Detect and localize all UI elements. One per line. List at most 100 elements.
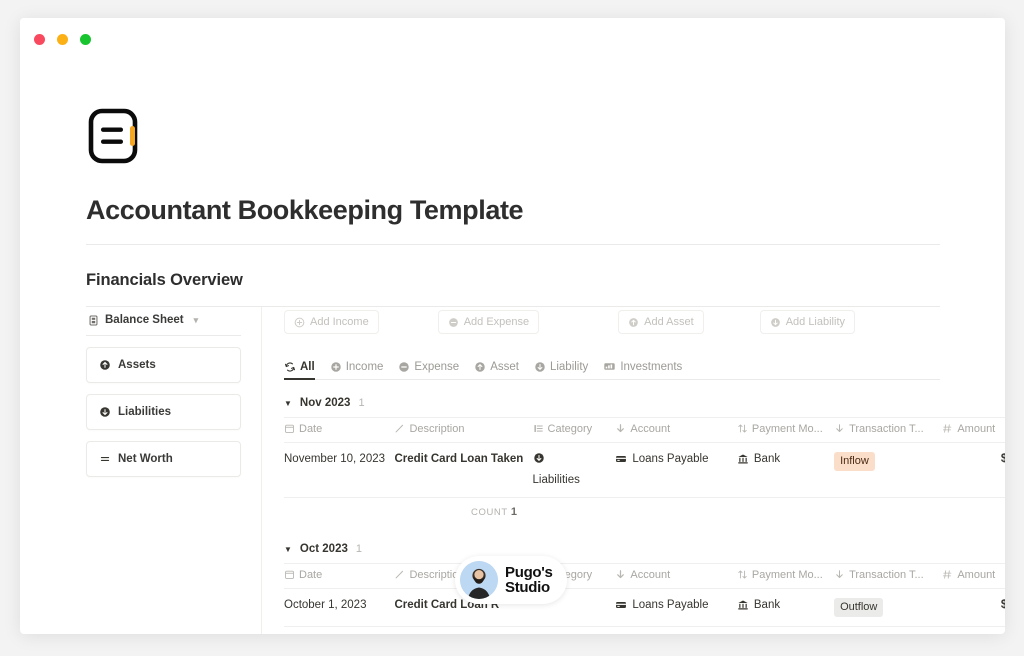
watermark-line-1: Pugo's — [505, 563, 553, 581]
plus-circle-icon — [294, 317, 305, 328]
tab-label: All — [300, 361, 315, 374]
number-icon — [942, 569, 953, 580]
arrow-down-icon — [834, 423, 845, 434]
column-header-transaction-type[interactable]: Transaction T... — [834, 563, 943, 590]
tab-liability[interactable]: Liability — [534, 361, 588, 379]
cell-account: Loans Payable — [615, 588, 737, 627]
tab-expense[interactable]: Expense — [398, 361, 459, 379]
column-header-date[interactable]: Date — [284, 417, 395, 444]
sidebar-item-assets[interactable]: Assets — [86, 347, 241, 384]
minus-circle-icon — [448, 317, 459, 328]
add-income-label: Add Income — [310, 316, 369, 329]
column-header-date[interactable]: Date — [284, 563, 395, 590]
column-header-category[interactable]: Category — [532, 417, 616, 444]
column-label: Amount — [957, 569, 996, 582]
watermark-badge: Pugo's Studio — [455, 556, 567, 604]
watermark-text: Pugo's Studio — [505, 563, 553, 596]
sort-icon — [737, 423, 748, 434]
tab-income[interactable]: Income — [330, 361, 383, 379]
minus-circle-icon — [398, 361, 410, 373]
add-liability-button[interactable]: Add Liability — [759, 310, 856, 335]
arrow-down-circle-icon — [534, 361, 546, 373]
cell-amount: $100.0 — [942, 588, 1005, 627]
add-expense-button[interactable]: Add Expense — [437, 310, 540, 335]
arrow-down-icon — [834, 569, 845, 580]
column-label: Category — [547, 423, 593, 436]
chevron-down-icon[interactable]: ▾ — [194, 315, 199, 326]
title-divider — [86, 244, 940, 246]
group-count-footer: COUNT 1 — [284, 627, 704, 634]
column-label: Date — [299, 423, 323, 436]
column-header-description[interactable]: Description — [394, 417, 533, 444]
group-name: Nov 2023 — [299, 397, 351, 410]
sidebar-item-net-worth[interactable]: Net Worth — [86, 441, 241, 478]
column-header-payment-mode[interactable]: Payment Mo... — [736, 563, 835, 590]
list-icon — [533, 423, 544, 434]
credit-card-icon — [615, 599, 627, 617]
cell-payment-mode-label: Bank — [753, 599, 781, 612]
page-content: Accountant Bookkeeping Template Financia… — [86, 106, 1005, 634]
screenshot-root: Accountant Bookkeeping Template Financia… — [0, 0, 1024, 656]
cell-transaction-type: Outflow — [834, 588, 943, 627]
page-icon — [86, 106, 146, 166]
sidebar-header-label: Balance Sheet — [105, 314, 184, 327]
column-header-account[interactable]: Account — [615, 417, 737, 444]
add-asset-button[interactable]: Add Asset — [618, 310, 704, 335]
cell-payment-mode-label: Bank — [753, 453, 781, 466]
arrow-down-circle-icon — [770, 317, 781, 328]
status-badge: Outflow — [834, 598, 884, 617]
number-icon — [942, 423, 953, 434]
tab-label: Asset — [490, 361, 519, 374]
transactions-panel: Add Income Add Expense Add Asset Add Lia… — [261, 307, 1005, 634]
triangle-down-icon[interactable]: ▼ — [284, 399, 292, 408]
cell-transaction-type: Inflow — [834, 442, 943, 499]
sidebar-header-balance-sheet[interactable]: Balance Sheet ▾ — [86, 311, 241, 337]
sidebar-item-label: Liabilities — [118, 406, 172, 419]
cell-date: November 10, 2023 — [284, 442, 395, 499]
group-header-oct-2023[interactable]: ▼ Oct 2023 1 — [284, 540, 940, 563]
close-button[interactable] — [34, 34, 45, 45]
arrow-up-circle-icon — [474, 361, 486, 373]
window-titlebar — [20, 18, 1005, 62]
column-label: Payment Mo... — [751, 569, 823, 582]
page-canvas: Accountant Bookkeeping Template Financia… — [20, 62, 1005, 634]
column-header-payment-mode[interactable]: Payment Mo... — [736, 417, 835, 444]
column-label: Payment Mo... — [751, 423, 823, 436]
sidebar-item-liabilities[interactable]: Liabilities — [86, 394, 241, 431]
pencil-icon — [394, 423, 405, 434]
column-label: Amount — [957, 423, 996, 436]
table-header-row: Date Description Category Account Paymen… — [284, 563, 1005, 590]
column-header-amount[interactable]: Amount — [942, 417, 1005, 444]
column-label: Description — [409, 423, 465, 436]
arrow-down-icon — [615, 569, 626, 580]
cell-category-label: Liabilities — [532, 473, 580, 486]
transactions-table-oct: Date Description Category Account Paymen… — [284, 563, 1005, 627]
page-title: Accountant Bookkeeping Template — [86, 195, 524, 225]
minimize-button[interactable] — [57, 34, 68, 45]
credit-card-icon — [615, 453, 627, 471]
table-row[interactable]: October 1, 2023 Credit Card Loan R Loans… — [284, 588, 1005, 627]
column-header-account[interactable]: Account — [615, 563, 737, 590]
add-asset-label: Add Asset — [644, 316, 694, 329]
cell-account: Loans Payable — [615, 442, 737, 499]
table-row[interactable]: November 10, 2023 Credit Card Loan Taken — [284, 442, 1005, 499]
sidebar-item-label: Assets — [118, 359, 156, 372]
watermark-line-2: Studio — [505, 579, 550, 596]
tab-asset[interactable]: Asset — [474, 361, 519, 379]
arrow-up-circle-icon — [628, 317, 639, 328]
cell-date: October 1, 2023 — [284, 588, 395, 627]
tab-investments[interactable]: Investments — [603, 360, 682, 379]
column-header-transaction-type[interactable]: Transaction T... — [834, 417, 943, 444]
column-header-amount[interactable]: Amount — [942, 563, 1005, 590]
calendar-icon — [284, 423, 295, 434]
cell-amount: $300.0 — [942, 442, 1005, 499]
group-header-nov-2023[interactable]: ▼ Nov 2023 1 — [284, 394, 940, 417]
app-window: Accountant Bookkeeping Template Financia… — [20, 18, 1005, 634]
tab-all[interactable]: All — [284, 361, 315, 381]
triangle-down-icon[interactable]: ▼ — [284, 545, 292, 554]
add-income-button[interactable]: Add Income — [284, 310, 379, 335]
maximize-button[interactable] — [80, 34, 91, 45]
transactions-table-nov: Date Description Category Account Paymen… — [284, 417, 1005, 499]
balance-sheet-sidebar: Balance Sheet ▾ Assets Liabilities Net W… — [86, 307, 241, 488]
